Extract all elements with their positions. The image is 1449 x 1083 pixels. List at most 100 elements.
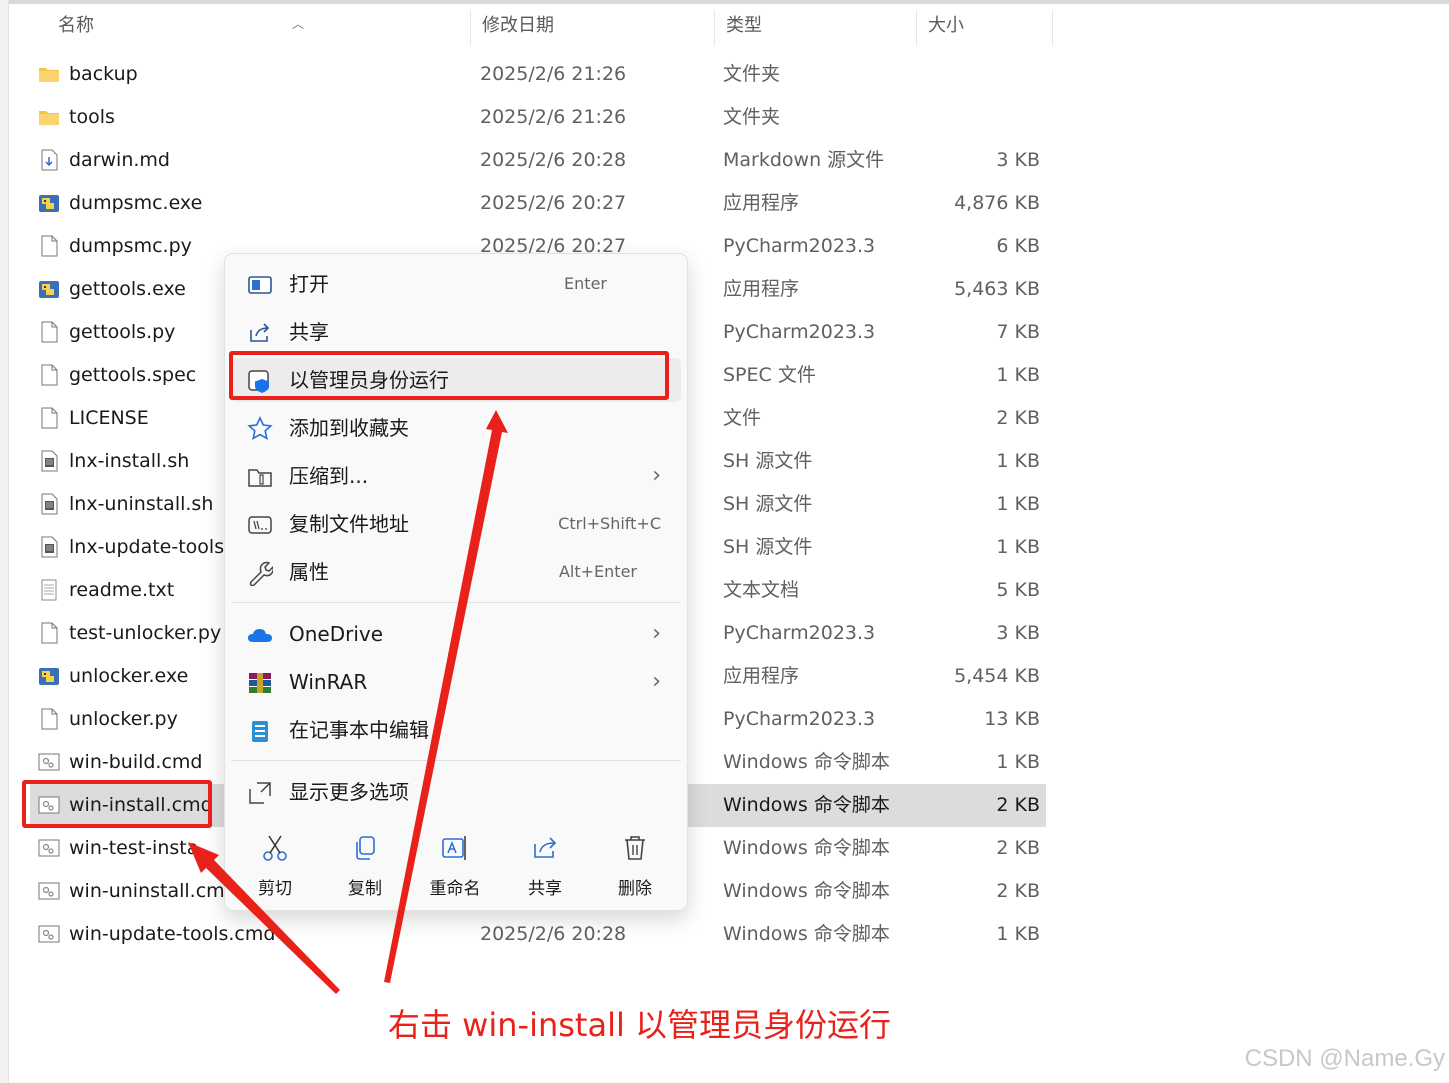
window-top-border <box>0 0 1449 4</box>
watermark: CSDN @Name.Gy <box>1244 1045 1445 1072</box>
file-type: PyCharm2023.3 <box>723 708 876 730</box>
file-size: 1 KB <box>996 450 1040 472</box>
menu-item-properties[interactable]: 属性 Alt+Enter <box>231 550 681 594</box>
file-row[interactable]: win-update-tools.cmd 2025/2/6 20:28 Window… <box>30 913 1046 956</box>
column-size-label: 大小 <box>928 15 964 36</box>
menu-item-label: 添加到收藏夹 <box>289 416 409 440</box>
quick-action-label: 删除 <box>618 879 652 899</box>
menu-shortcut: Alt+Enter <box>558 562 637 581</box>
file-name: gettools.spec <box>69 364 197 386</box>
file-row[interactable]: backup 2025/2/6 21:26 文件夹 <box>30 53 1046 96</box>
file-row[interactable]: darwin.md 2025/2/6 20:28 Markdown 源文件 3 KB <box>30 139 1046 182</box>
quick-action-label: 共享 <box>528 879 562 899</box>
file-type: SPEC 文件 <box>723 364 816 386</box>
column-type-header[interactable]: 类型 <box>714 6 916 46</box>
wrench-icon <box>249 561 273 586</box>
markdown-file-icon <box>38 149 60 171</box>
folder-icon <box>38 63 60 85</box>
menu-item-label: 打开 <box>289 272 329 296</box>
menu-item-label: 显示更多选项 <box>289 780 409 804</box>
text-file-icon <box>38 579 60 601</box>
navigation-pane-edge <box>0 0 9 1083</box>
notepad-icon <box>252 721 268 742</box>
sort-ascending-icon: ︿ <box>292 17 305 31</box>
file-type: PyCharm2023.3 <box>723 235 876 257</box>
cloud-icon <box>248 629 272 642</box>
file-row[interactable]: dumpsmc.exe 2025/2/6 20:27 应用程序 4,876 KB <box>30 182 1046 225</box>
file-type: Windows 命令脚本 <box>723 794 890 816</box>
file-name: unlocker.py <box>69 708 178 730</box>
menu-item-label: 复制文件地址 <box>289 512 409 536</box>
share-icon <box>250 323 270 342</box>
file-type: 文件 <box>723 407 762 429</box>
quick-action-trash[interactable]: 删除 <box>595 830 675 900</box>
file-name: LICENSE <box>69 407 149 429</box>
file-date: 2025/2/6 21:26 <box>480 106 627 128</box>
file-size: 5,463 KB <box>954 278 1040 300</box>
script-file-icon <box>38 493 60 515</box>
file-size <box>920 96 1040 139</box>
file-type: Windows 命令脚本 <box>723 751 890 773</box>
folder-icon <box>38 106 60 128</box>
quick-action-scissors[interactable]: 剪切 <box>235 830 315 900</box>
cmd-file-icon <box>38 751 60 773</box>
menu-item-add-favorites[interactable]: 添加到收藏夹 <box>231 406 681 450</box>
menu-item-notepad[interactable]: 在记事本中编辑 <box>231 708 681 752</box>
file-size: 1 KB <box>996 536 1040 558</box>
highlight-run-as-admin <box>229 351 669 400</box>
file-type: SH 源文件 <box>723 536 813 558</box>
file-name: gettools.exe <box>69 278 186 300</box>
open-icon <box>248 276 272 294</box>
file-date: 2025/2/6 20:28 <box>480 149 627 171</box>
file-name: backup <box>69 63 138 85</box>
file-type: 文件夹 <box>723 106 781 128</box>
file-size: 5 KB <box>996 579 1040 601</box>
submenu-chevron-icon: › <box>652 669 661 694</box>
quick-action-copy[interactable]: 复制 <box>325 830 405 900</box>
submenu-chevron-icon: › <box>652 621 661 646</box>
file-size: 1 KB <box>996 493 1040 515</box>
menu-item-label: 共享 <box>289 320 329 344</box>
column-divider[interactable] <box>1052 10 1053 46</box>
file-size: 3 KB <box>996 622 1040 644</box>
file-size: 2 KB <box>996 837 1040 859</box>
menu-item-label: 压缩到... <box>289 464 369 488</box>
file-type: 应用程序 <box>723 192 800 214</box>
file-icon <box>38 622 60 644</box>
menu-item-open[interactable]: 打开 Enter <box>231 262 681 306</box>
menu-divider <box>231 760 681 761</box>
rename-icon <box>441 834 469 862</box>
column-name-header[interactable]: 名称 ︿ <box>46 6 470 46</box>
quick-action-rename[interactable]: 重命名 <box>415 830 495 900</box>
file-size: 1 KB <box>996 923 1040 945</box>
menu-item-copy-path[interactable]: 复制文件地址 Ctrl+Shift+C <box>231 502 681 546</box>
file-size: 6 KB <box>996 235 1040 257</box>
python-exe-icon <box>38 278 60 300</box>
file-name: test-unlocker.py <box>69 622 222 644</box>
submenu-chevron-icon: › <box>652 463 661 488</box>
file-name: readme.txt <box>69 579 175 601</box>
file-date: 2025/2/6 21:26 <box>480 63 627 85</box>
column-size-header[interactable]: 大小 <box>916 6 1052 46</box>
menu-divider <box>231 602 681 603</box>
file-size: 2 KB <box>996 880 1040 902</box>
file-name: lnx-update-tools.s <box>69 536 241 558</box>
cmd-file-icon <box>38 923 60 945</box>
menu-item-onedrive[interactable]: OneDrive › <box>231 612 681 656</box>
file-size: 5,454 KB <box>954 665 1040 687</box>
menu-item-compress[interactable]: 压缩到... › <box>231 454 681 498</box>
menu-item-share[interactable]: 共享 <box>231 310 681 354</box>
file-name: win-build.cmd <box>69 751 203 773</box>
column-date-label: 修改日期 <box>482 15 554 36</box>
file-row[interactable]: tools 2025/2/6 21:26 文件夹 <box>30 96 1046 139</box>
quick-action-share[interactable]: 共享 <box>505 830 585 900</box>
menu-item-winrar[interactable]: WinRAR › <box>231 660 681 704</box>
column-date-header[interactable]: 修改日期 <box>470 6 714 46</box>
file-name: tools <box>69 106 115 128</box>
more-options-icon <box>249 782 271 804</box>
script-file-icon <box>38 450 60 472</box>
scissors-icon <box>261 834 289 862</box>
file-size: 7 KB <box>996 321 1040 343</box>
menu-item-more-options[interactable]: 显示更多选项 <box>231 770 681 814</box>
file-size: 13 KB <box>984 708 1040 730</box>
